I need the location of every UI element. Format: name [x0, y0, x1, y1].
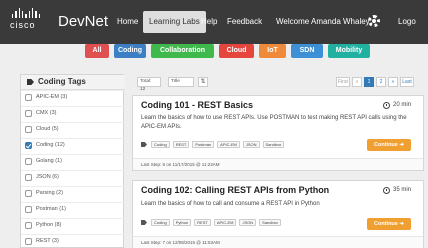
tag-icon — [141, 220, 147, 225]
category-collaboration[interactable]: Collaboration — [151, 44, 214, 58]
category-iot[interactable]: IoT — [259, 44, 286, 58]
tag-chip[interactable]: REST — [172, 141, 190, 148]
lab-duration: 20 min — [393, 102, 412, 108]
lab-title[interactable]: Coding 102: Calling REST APIs from Pytho… — [141, 185, 329, 195]
tag-filter-json[interactable]: JSON (6) — [21, 170, 125, 186]
page-first[interactable]: First — [336, 77, 350, 87]
tag-chip[interactable]: JSON — [239, 219, 257, 226]
coding-tags-sidebar: Coding Tags APIC-EM (3) CMX (3) Cloud (5… — [20, 74, 125, 248]
lab-tags: Coding REST Postman APIC-EM JSON Sandbox — [151, 141, 285, 148]
tag-chip[interactable]: Sandbox — [262, 141, 285, 148]
tag-chip[interactable]: JSON — [242, 141, 260, 148]
sort-select[interactable]: Title — [168, 77, 194, 87]
category-all[interactable]: All — [85, 44, 109, 58]
tag-filter-label: Golang (1) — [36, 158, 62, 164]
tag-chip[interactable]: REST — [194, 219, 211, 226]
continue-button[interactable]: Continue ➜ — [367, 218, 411, 230]
tag-filter-golang[interactable]: Golang (1) — [21, 154, 125, 170]
tag-chip[interactable]: Postman — [192, 141, 215, 148]
tag-filter-label: Coding (12) — [36, 142, 65, 148]
clock-icon — [383, 187, 390, 194]
nav-learning-labs[interactable]: Learning Labs — [143, 11, 206, 33]
category-mobility[interactable]: Mobility — [328, 44, 370, 58]
tag-filter-cmx[interactable]: CMX (3) — [21, 106, 125, 122]
checkbox[interactable] — [25, 110, 32, 117]
logo-bars-icon — [12, 8, 40, 18]
tag-chip[interactable]: Sandbox — [259, 219, 281, 226]
lab-tags: Coding Python REST APIC-EM JSON Sandbox — [151, 219, 281, 226]
tag-chip[interactable]: Python — [172, 219, 192, 226]
total-count: Total: 12 — [137, 77, 161, 92]
lab-description: Learn the basics of how to call and cons… — [141, 201, 320, 207]
lab-duration: 35 min — [393, 187, 412, 193]
page-2[interactable]: 2 — [376, 77, 386, 87]
tag-filter-label: Postman (1) — [36, 206, 66, 212]
card-footer: Last Step: 8 on 11/17/2015 @ 11:23AM — [133, 158, 423, 170]
page-1[interactable]: 1 — [364, 77, 374, 87]
tag-filter-label: Python (8) — [36, 222, 62, 228]
last-step-text: Last Step: 8 on 11/17/2015 @ 11:23AM — [141, 162, 220, 167]
nav-feedback[interactable]: Feedback — [227, 17, 262, 26]
sidebar-header: Coding Tags — [21, 75, 125, 90]
tag-filter-label: CMX (3) — [36, 110, 57, 116]
tag-icon — [141, 142, 147, 147]
tag-chip[interactable]: Coding — [151, 141, 170, 148]
checkbox[interactable] — [25, 126, 32, 133]
tag-filter-coding[interactable]: Coding (12) — [21, 138, 125, 154]
last-step-text: Last Step: 7 on 12/08/2015 @ 11:53AM — [141, 240, 220, 245]
nav-home[interactable]: Home — [117, 17, 138, 26]
tag-chip[interactable]: APIC-EM — [213, 219, 237, 226]
category-cloud[interactable]: Cloud — [219, 44, 254, 58]
tag-chip[interactable]: Coding — [151, 219, 170, 226]
top-nav: cisco DevNet Home Learning Labs Help Fee… — [0, 0, 428, 44]
tag-filter-parsing[interactable]: Parsing (2) — [21, 186, 125, 202]
sidebar-title: Coding Tags — [38, 77, 86, 86]
card-footer: Last Step: 7 on 12/08/2015 @ 11:53AM — [133, 236, 423, 248]
checkbox[interactable] — [25, 238, 32, 245]
checkbox[interactable] — [25, 158, 32, 165]
nav-help[interactable]: Help — [201, 17, 217, 26]
checkbox-checked[interactable] — [25, 142, 32, 149]
lab-title[interactable]: Coding 101 - REST Basics — [141, 100, 253, 110]
checkbox[interactable] — [25, 190, 32, 197]
tag-filter-label: JSON (6) — [36, 174, 59, 180]
tag-filter-apic-em[interactable]: APIC-EM (3) — [21, 90, 125, 106]
welcome-user[interactable]: Welcome Amanda Whaley — [276, 17, 370, 26]
lab-card: Coding 102: Calling REST APIs from Pytho… — [132, 180, 424, 248]
gear-icon[interactable] — [368, 15, 380, 27]
lab-card: Coding 101 - REST Basics 20 min Learn th… — [132, 95, 424, 171]
checkbox[interactable] — [25, 174, 32, 181]
tag-filter-rest[interactable]: REST (3) — [21, 234, 125, 248]
tag-filter-postman[interactable]: Postman (1) — [21, 202, 125, 218]
tag-chip[interactable]: APIC-EM — [217, 141, 240, 148]
tag-filter-python[interactable]: Python (8) — [21, 218, 125, 234]
category-sdn[interactable]: SDN — [291, 44, 323, 58]
tag-filter-cloud[interactable]: Cloud (5) — [21, 122, 125, 138]
tag-filter-label: Parsing (2) — [36, 190, 63, 196]
page-last[interactable]: Last — [400, 77, 414, 87]
checkbox[interactable] — [25, 206, 32, 213]
logo-text: cisco — [10, 20, 36, 30]
tag-filter-label: Cloud (5) — [36, 126, 59, 132]
tag-filter-label: APIC-EM (3) — [36, 94, 68, 100]
clock-icon — [383, 102, 390, 109]
brand-title[interactable]: DevNet — [58, 13, 108, 30]
category-coding[interactable]: Coding — [114, 44, 146, 58]
checkbox[interactable] — [25, 94, 32, 101]
tag-filter-label: REST (3) — [36, 238, 59, 244]
cisco-logo[interactable]: cisco — [10, 8, 40, 34]
continue-button[interactable]: Continue ➜ — [367, 139, 411, 151]
page-prev[interactable]: « — [352, 77, 362, 87]
tag-icon — [27, 79, 34, 85]
lab-description: Learn the basics of how to use REST APIs… — [141, 115, 407, 130]
checkbox[interactable] — [25, 222, 32, 229]
logout-link[interactable]: Logo — [398, 17, 416, 26]
sort-order-icon[interactable]: ⇅ — [198, 77, 208, 87]
page-next[interactable]: » — [388, 77, 398, 87]
